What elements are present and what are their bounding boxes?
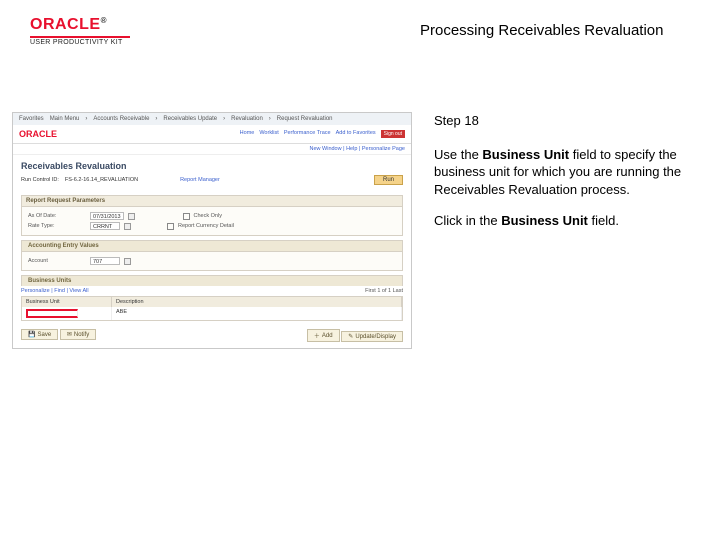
logo-rule	[30, 36, 130, 38]
rate-type-label: Rate Type:	[28, 223, 86, 229]
app-subnav: New Window | Help | Personalize Page	[13, 144, 411, 155]
rate-type-field[interactable]: CRRNT	[90, 222, 120, 230]
account-field[interactable]: 707	[90, 257, 120, 265]
app-page-title: Receivables Revaluation	[13, 155, 411, 173]
check-only-checkbox[interactable]	[183, 213, 190, 220]
asof-field[interactable]: 07/31/2013	[90, 212, 124, 220]
page-title: Processing Receivables Revaluation	[150, 16, 690, 39]
asof-label: As Of Date:	[28, 213, 86, 219]
save-button[interactable]: 💾 Save	[21, 329, 58, 340]
report-manager-link[interactable]: Report Manager	[180, 177, 220, 183]
upk-subbrand: USER PRODUCTIVITY KIT	[30, 39, 150, 46]
business-unit-field[interactable]	[26, 309, 78, 318]
instruction-paragraph-2: Click in the Business Unit field.	[434, 212, 684, 230]
step-label: Step 18	[434, 112, 684, 130]
run-control-label: Run Control ID:	[21, 177, 59, 183]
lookup-icon[interactable]	[124, 223, 131, 230]
report-params-title: Report Request Parameters	[22, 196, 402, 207]
business-units-title: Business Units	[21, 275, 403, 286]
signout-button[interactable]: Sign out	[381, 130, 405, 138]
instruction-paragraph-1: Use the Business Unit field to specify t…	[434, 146, 684, 199]
add-button[interactable]: ＋ Add	[307, 329, 340, 342]
check-only-label: Check Only	[194, 213, 252, 219]
lookup-icon[interactable]	[124, 258, 131, 265]
notify-button[interactable]: ✉ Notify	[60, 329, 96, 340]
accounting-entry-title: Accounting Entry Values	[21, 240, 403, 251]
run-button[interactable]: Run	[374, 175, 403, 185]
embedded-app-screenshot: Favorites Main Menu› Accounts Receivable…	[12, 112, 412, 349]
grid-personalize-links[interactable]: Personalize | Find | View All	[21, 288, 89, 294]
app-nav-links: Home Worklist Performance Trace Add to F…	[240, 130, 405, 138]
oracle-wordmark: ORACLE®	[30, 16, 150, 34]
calendar-icon[interactable]	[128, 213, 135, 220]
description-cell: ABE	[112, 307, 402, 320]
report-currency-label: Report Currency Detail	[178, 223, 236, 229]
grid-nav-meta: First 1 of 1 Last	[365, 288, 403, 294]
col-description: Description	[112, 297, 402, 307]
breadcrumb: Favorites Main Menu› Accounts Receivable…	[13, 113, 411, 125]
oracle-logo-block: ORACLE® USER PRODUCTIVITY KIT	[30, 16, 150, 46]
run-control-value: FS-6.2-16.14_REVALUATION	[65, 177, 138, 183]
report-currency-checkbox[interactable]	[167, 223, 174, 230]
account-label: Account	[28, 258, 86, 264]
table-row: ABE	[22, 307, 402, 320]
app-oracle-logo: ORACLE	[19, 129, 57, 139]
update-display-button[interactable]: ✎ Update/Display	[341, 331, 403, 342]
col-business-unit: Business Unit	[22, 297, 112, 307]
